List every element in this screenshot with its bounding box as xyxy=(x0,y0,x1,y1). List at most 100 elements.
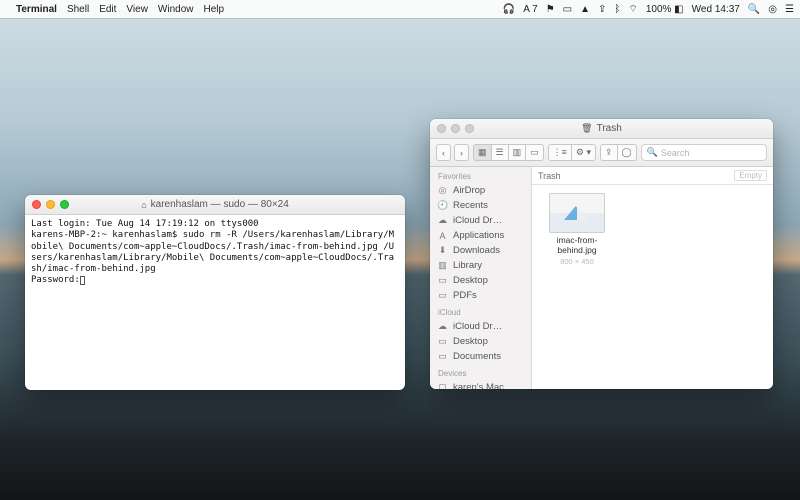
terminal-titlebar[interactable]: ⌂ karenhaslam — sudo — 80×24 xyxy=(25,195,405,215)
zoom-button[interactable] xyxy=(465,124,474,133)
clock[interactable]: Wed 14:37 xyxy=(692,4,740,15)
search-field[interactable]: 🔍 Search xyxy=(641,144,767,161)
finder-sidebar: Favorites ◎AirDrop 🕘Recents ☁iCloud Dr… … xyxy=(430,167,532,389)
desktop-icon: ▭ xyxy=(437,336,448,347)
sidebar-item-label: Documents xyxy=(453,351,501,362)
wifi-icon[interactable]: ⌔ xyxy=(628,3,637,16)
flag-icon[interactable]: ⚑ xyxy=(546,4,555,15)
search-icon: 🔍 xyxy=(647,147,658,158)
minimize-button[interactable] xyxy=(46,200,55,209)
menu-edit[interactable]: Edit xyxy=(99,4,116,15)
recents-icon: 🕘 xyxy=(437,200,448,211)
terminal-cursor xyxy=(80,276,85,285)
zoom-button[interactable] xyxy=(60,200,69,209)
arrange-button[interactable]: ⋮≡ xyxy=(548,144,571,161)
sidebar-item-recents[interactable]: 🕘Recents xyxy=(430,198,531,213)
menu-window[interactable]: Window xyxy=(158,4,194,15)
file-name: imac-from-behind.jpg xyxy=(540,235,614,255)
downloads-icon: ⬇ xyxy=(437,245,448,256)
airplay-icon[interactable]: ▲ xyxy=(580,4,590,15)
terminal-window: ⌂ karenhaslam — sudo — 80×24 Last login:… xyxy=(25,195,405,390)
file-meta: 800 × 450 xyxy=(560,257,594,266)
list-view-button[interactable]: ☰ xyxy=(491,144,508,161)
sidebar-item-applications[interactable]: A Applications xyxy=(430,228,531,243)
action-button[interactable]: ⚙ ▾ xyxy=(571,144,596,161)
battery-status[interactable]: 100% ◧ xyxy=(646,4,684,15)
folder-icon: ▭ xyxy=(437,290,448,301)
minimize-button[interactable] xyxy=(451,124,460,133)
sidebar-item-label: karen's Mac… xyxy=(453,382,513,389)
share-button[interactable]: ⇪ xyxy=(600,144,617,161)
sidebar-item-icloud-drive[interactable]: ☁ iCloud Dr… xyxy=(430,319,531,334)
sidebar-item-documents-cloud[interactable]: ▭ Documents xyxy=(430,349,531,364)
back-button[interactable]: ‹ xyxy=(436,144,451,161)
headphones-icon[interactable]: 🎧 xyxy=(503,4,515,15)
menu-bar: Terminal Shell Edit View Window Help 🎧 A… xyxy=(0,0,800,18)
screen-share-icon[interactable]: ▭ xyxy=(563,4,572,15)
empty-trash-button[interactable]: Empty xyxy=(734,170,767,181)
documents-icon: ▭ xyxy=(437,351,448,362)
sync-icon[interactable]: ⇪ xyxy=(598,4,606,15)
sidebar-item-label: Applications xyxy=(453,230,504,241)
sidebar-item-label: Desktop xyxy=(453,336,488,347)
sidebar-group-label: iCloud xyxy=(430,303,531,319)
close-button[interactable] xyxy=(32,200,41,209)
sidebar-item-label: AirDrop xyxy=(453,185,485,196)
path-label: Trash xyxy=(538,171,561,181)
finder-pathbar: Trash Empty xyxy=(532,167,773,185)
library-icon: ▥ xyxy=(437,260,448,271)
bluetooth-icon[interactable]: ᛒ xyxy=(614,4,620,15)
cloud-icon: ☁ xyxy=(437,215,448,226)
sidebar-item-label: iCloud Dr… xyxy=(453,215,502,226)
icon-view-button[interactable]: ▦ xyxy=(473,144,491,161)
app-menu[interactable]: Terminal xyxy=(16,4,57,15)
gallery-view-button[interactable]: ▭ xyxy=(525,144,544,161)
terminal-title: karenhaslam — sudo — 80×24 xyxy=(151,199,289,210)
menu-view[interactable]: View xyxy=(126,4,148,15)
column-view-button[interactable]: ▥ xyxy=(508,144,526,161)
trash-icon: 🗑 xyxy=(581,123,592,134)
computer-icon: ▢ xyxy=(437,382,448,389)
finder-icon-grid[interactable]: imac-from-behind.jpg 800 × 450 xyxy=(532,185,773,389)
spotlight-icon[interactable]: 🔍 xyxy=(748,4,760,15)
sidebar-group-label: Devices xyxy=(430,364,531,380)
finder-titlebar[interactable]: 🗑 Trash xyxy=(430,119,773,139)
desktop-icon: ▭ xyxy=(437,275,448,286)
finder-main-pane: Trash Empty imac-from-behind.jpg 800 × 4… xyxy=(532,167,773,389)
sidebar-item-label: Library xyxy=(453,260,482,271)
finder-toolbar: ‹ › ▦ ☰ ▥ ▭ ⋮≡ ⚙ ▾ ⇪ ◯ 🔍 Search xyxy=(430,139,773,167)
sidebar-item-label: iCloud Dr… xyxy=(453,321,502,332)
forward-button[interactable]: › xyxy=(454,144,469,161)
menu-help[interactable]: Help xyxy=(204,4,225,15)
applications-icon: A xyxy=(437,231,448,241)
sidebar-item-label: Desktop xyxy=(453,275,488,286)
finder-window: 🗑 Trash ‹ › ▦ ☰ ▥ ▭ ⋮≡ ⚙ ▾ ⇪ ◯ 🔍 Search … xyxy=(430,119,773,389)
sidebar-item-label: Downloads xyxy=(453,245,500,256)
menu-shell[interactable]: Shell xyxy=(67,4,89,15)
notification-center-icon[interactable]: ☰ xyxy=(785,4,794,15)
sidebar-item-downloads[interactable]: ⬇ Downloads xyxy=(430,243,531,258)
sidebar-item-pdfs[interactable]: ▭ PDFs xyxy=(430,288,531,303)
sidebar-item-library[interactable]: ▥ Library xyxy=(430,258,531,273)
sidebar-group-label: Favorites xyxy=(430,167,531,183)
terminal-body[interactable]: Last login: Tue Aug 14 17:19:12 on ttys0… xyxy=(25,215,405,390)
terminal-line: karens-MBP-2:~ karenhaslam$ sudo rm -R /… xyxy=(31,230,394,274)
sidebar-item-desktop-cloud[interactable]: ▭ Desktop xyxy=(430,334,531,349)
file-item[interactable]: imac-from-behind.jpg 800 × 450 xyxy=(540,193,614,266)
terminal-line: Last login: Tue Aug 14 17:19:12 on ttys0… xyxy=(31,219,259,229)
adobe-status[interactable]: A 7 xyxy=(523,4,537,15)
sidebar-item-icloud[interactable]: ☁ iCloud Dr… xyxy=(430,213,531,228)
sidebar-item-desktop[interactable]: ▭ Desktop xyxy=(430,273,531,288)
finder-title: Trash xyxy=(597,123,622,134)
cloud-icon: ☁ xyxy=(437,321,448,332)
sidebar-item-airdrop[interactable]: ◎ AirDrop xyxy=(430,183,531,198)
sidebar-item-label: PDFs xyxy=(453,290,477,301)
view-switcher: ▦ ☰ ▥ ▭ xyxy=(473,144,544,161)
tags-button[interactable]: ◯ xyxy=(617,144,637,161)
airdrop-icon: ◎ xyxy=(437,185,448,196)
siri-icon[interactable]: ◎ xyxy=(768,4,777,15)
sidebar-item-this-mac[interactable]: ▢ karen's Mac… xyxy=(430,380,531,389)
home-icon: ⌂ xyxy=(141,200,146,210)
close-button[interactable] xyxy=(437,124,446,133)
file-thumbnail xyxy=(549,193,605,233)
